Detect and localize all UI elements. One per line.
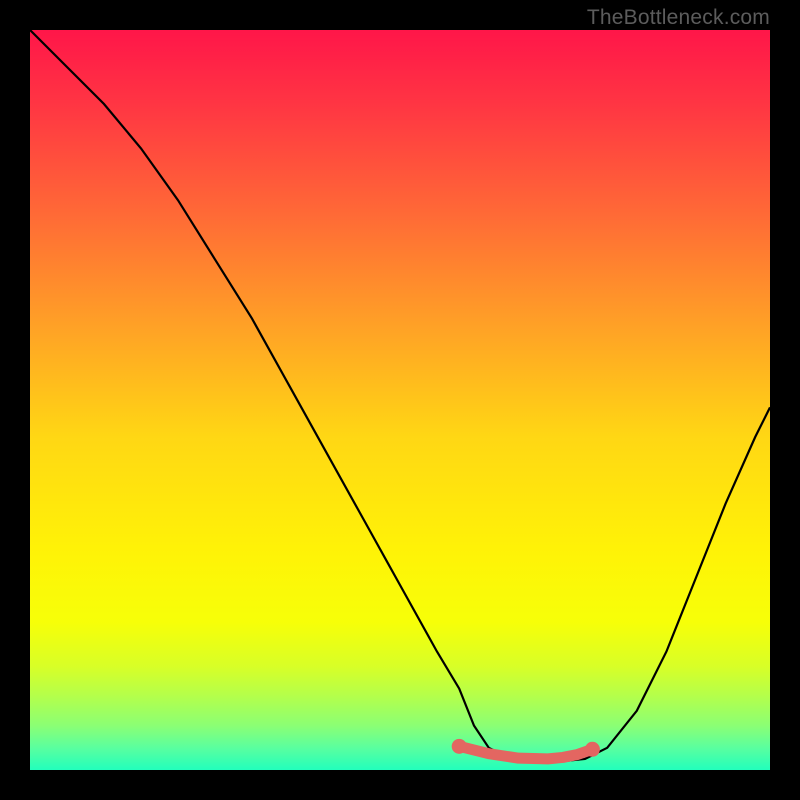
optimal-range-endpoint xyxy=(585,742,600,757)
chart-frame: TheBottleneck.com xyxy=(0,0,800,800)
plot-area xyxy=(30,30,770,770)
bottleneck-chart xyxy=(30,30,770,770)
optimal-range-endpoint xyxy=(452,739,467,754)
gradient-background xyxy=(30,30,770,770)
watermark-label: TheBottleneck.com xyxy=(587,6,770,30)
